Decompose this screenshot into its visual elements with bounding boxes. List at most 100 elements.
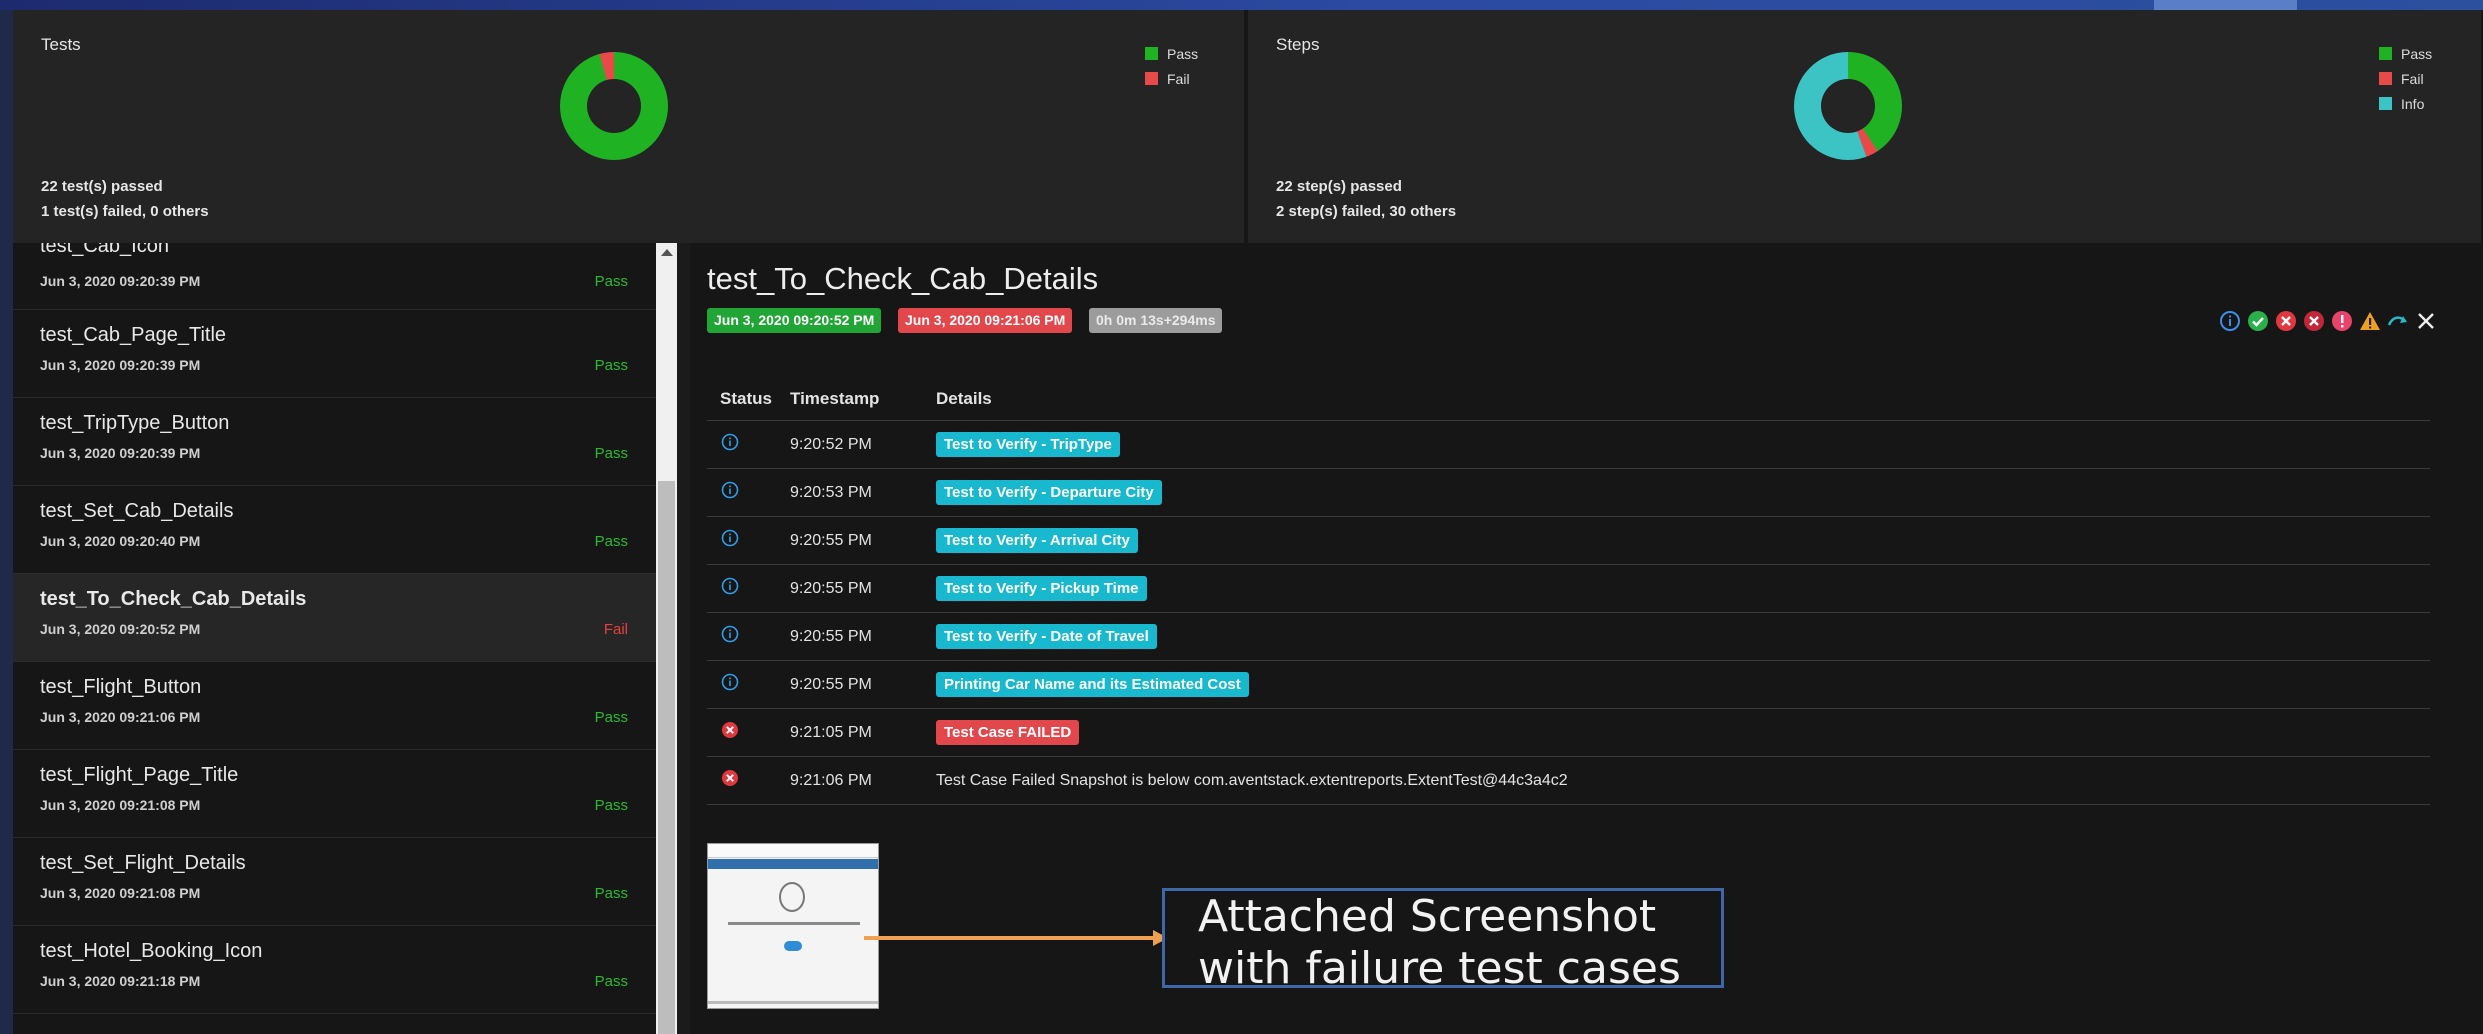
log-row: 9:21:05 PM Test Case FAILED [707, 709, 2430, 757]
legend-label: Fail [2401, 70, 2424, 87]
tests-passed-count: 22 test(s) passed [41, 178, 163, 195]
log-details: Test to Verify - Departure City [936, 480, 1162, 505]
log-message: Test Case FAILED [936, 720, 1080, 745]
thumbnail-button [784, 941, 802, 951]
test-list-scrollbar[interactable] [656, 243, 677, 1034]
test-item[interactable]: test_TripType_Button Jun 3, 2020 09:20:3… [13, 398, 656, 486]
tests-failed-count: 1 test(s) failed, 0 others [41, 203, 209, 220]
top-accent-bar [0, 0, 2483, 10]
status-column-header: Status [720, 389, 772, 408]
tests-summary-card: Tests Pass Fail 22 test(s) passed 1 test… [13, 10, 1246, 243]
legend-label: Pass [2401, 45, 2433, 62]
tests-legend: Pass Fail [1145, 41, 1198, 91]
log-timestamp: 9:20:53 PM [790, 484, 872, 501]
log-details: Printing Car Name and its Estimated Cost [936, 672, 1249, 697]
test-status: Fail [603, 621, 628, 638]
log-details: Test to Verify - Pickup Time [936, 576, 1147, 601]
thumbnail-message-line [728, 922, 860, 925]
test-item[interactable]: test_Set_Flight_Details Jun 3, 2020 09:2… [13, 838, 656, 926]
legend-label: Info [2401, 95, 2425, 112]
test-status: Pass [594, 357, 628, 374]
log-row: 9:20:55 PM Printing Car Name and its Est… [707, 661, 2430, 709]
pass-icon[interactable] [2246, 309, 2270, 333]
test-status: Pass [594, 973, 628, 990]
top-nav-highlight[interactable] [2154, 0, 2297, 10]
pass-swatch [2379, 47, 2392, 60]
info-icon [720, 577, 740, 597]
test-status: Pass [594, 273, 628, 290]
fail-swatch [2379, 72, 2392, 85]
log-message: Test to Verify - TripType [936, 432, 1120, 457]
test-item[interactable]: test_Cab_Page_Title Jun 3, 2020 09:20:39… [13, 310, 656, 398]
test-name: test_Set_Cab_Details [40, 500, 234, 522]
log-message: Test to Verify - Date of Travel [936, 624, 1157, 649]
test-status: Pass [594, 533, 628, 550]
legend-fail: Fail [1145, 66, 1198, 91]
log-row: 9:21:06 PM Test Case Failed Snapshot is … [707, 757, 2430, 805]
log-details: Test Case Failed Snapshot is below com.a… [936, 768, 1568, 790]
duration-badge: 0h 0m 13s+294ms [1089, 308, 1223, 333]
warning-icon[interactable] [2358, 309, 2382, 333]
legend-label: Fail [1167, 70, 1190, 87]
log-message: Test to Verify - Departure City [936, 480, 1162, 505]
test-name: test_Cab_Icon [40, 243, 169, 257]
log-details: Test to Verify - TripType [936, 432, 1120, 457]
failure-screenshot-thumbnail[interactable] [707, 843, 879, 1009]
log-row: 9:20:53 PM Test to Verify - Departure Ci… [707, 469, 2430, 517]
callout-line-2: with failure test cases [1198, 943, 1681, 994]
info-icon[interactable] [2218, 309, 2242, 333]
clear-filter-icon[interactable] [2414, 309, 2438, 333]
info-icon [720, 481, 740, 501]
log-timestamp: 9:20:55 PM [790, 532, 872, 549]
annotation-callout-box: Attached Screenshot with failure test ca… [1162, 888, 1724, 994]
log-row: 9:20:55 PM Test to Verify - Arrival City [707, 517, 2430, 565]
info-swatch [2379, 97, 2392, 110]
status-filter-bar [2218, 309, 2438, 333]
test-name: test_Hotel_Booking_Icon [40, 940, 263, 962]
log-timestamp: 9:20:52 PM [790, 436, 872, 453]
tests-summary-text: 22 test(s) passed 1 test(s) failed, 0 ot… [41, 174, 209, 224]
test-item[interactable]: test_Flight_Button Jun 3, 2020 09:21:06 … [13, 662, 656, 750]
info-icon [720, 529, 740, 549]
log-timestamp: 9:21:06 PM [790, 772, 872, 789]
scroll-thumb[interactable] [658, 481, 675, 1034]
steps-summary-card: Steps Pass Fail Info 22 step(s) passed 2… [1248, 10, 2483, 243]
fail-icon [720, 721, 740, 741]
thumbnail-illustration [779, 882, 805, 912]
info-icon [720, 673, 740, 693]
pass-swatch [1145, 47, 1158, 60]
test-status: Pass [594, 445, 628, 462]
test-item[interactable]: test_Cab_Icon Jun 3, 2020 09:20:39 PM Pa… [13, 243, 656, 310]
fatal-icon[interactable] [2302, 309, 2326, 333]
legend-pass: Pass [2379, 41, 2432, 66]
legend-info: Info [2379, 91, 2432, 116]
steps-donut-chart [1794, 52, 1902, 160]
scroll-up-arrow-icon[interactable] [661, 249, 673, 256]
test-item-selected[interactable]: test_To_Check_Cab_Details Jun 3, 2020 09… [13, 574, 656, 662]
test-item[interactable]: test_Set_Cab_Details Jun 3, 2020 09:20:4… [13, 486, 656, 574]
log-details: Test Case FAILED [936, 720, 1080, 745]
test-item[interactable]: test_Flight_Page_Title Jun 3, 2020 09:21… [13, 750, 656, 838]
legend-fail: Fail [2379, 66, 2432, 91]
fail-icon[interactable] [2274, 309, 2298, 333]
test-name: test_Cab_Page_Title [40, 324, 227, 346]
error-icon[interactable] [2330, 309, 2354, 333]
log-timestamp: 9:21:05 PM [790, 724, 872, 741]
thumbnail-browser-bar [708, 844, 878, 858]
skip-icon[interactable] [2386, 309, 2410, 333]
thumbnail-scrollbar [708, 1001, 878, 1004]
test-item[interactable]: test_Hotel_Booking_Icon Jun 3, 2020 09:2… [13, 926, 656, 1014]
test-timestamp: Jun 3, 2020 09:20:52 PM [40, 621, 201, 637]
test-timestamp: Jun 3, 2020 09:21:08 PM [40, 885, 201, 901]
test-status: Pass [594, 797, 628, 814]
end-time-badge: Jun 3, 2020 09:21:06 PM [898, 308, 1073, 333]
test-timestamp: Jun 3, 2020 09:21:06 PM [40, 709, 201, 725]
test-timestamp: Jun 3, 2020 09:20:39 PM [40, 357, 201, 373]
test-name: test_To_Check_Cab_Details [40, 588, 307, 610]
log-details: Test to Verify - Date of Travel [936, 624, 1157, 649]
test-name: test_TripType_Button [40, 412, 230, 434]
timestamp-column-header: Timestamp [790, 389, 880, 408]
tests-donut-chart [560, 52, 668, 160]
log-timestamp: 9:20:55 PM [790, 628, 872, 645]
steps-failed-count: 2 step(s) failed, 30 others [1276, 203, 1457, 220]
